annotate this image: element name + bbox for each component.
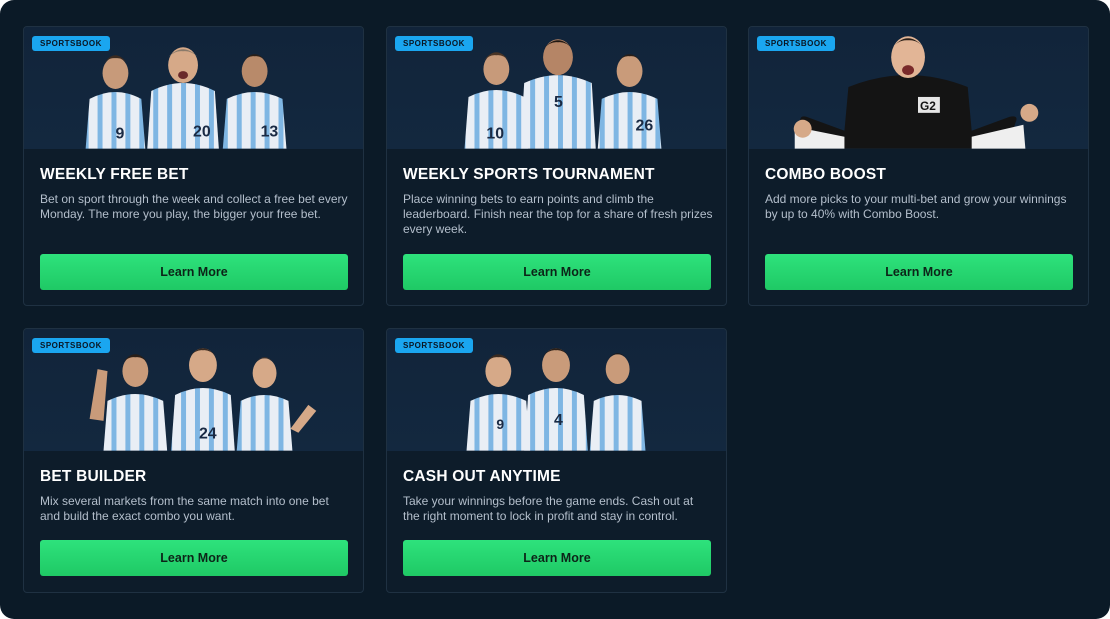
promo-title: COMBO BOOST bbox=[765, 166, 887, 183]
promo-card-weekly-sports-tournament: 10 5 26 SPORTSBOOK WEEKLY SPORTS TOURNAM… bbox=[386, 26, 727, 306]
svg-text:5: 5 bbox=[554, 94, 563, 111]
svg-text:10: 10 bbox=[486, 126, 504, 143]
sportsbook-badge: SPORTSBOOK bbox=[757, 36, 835, 51]
promo-card-combo-boost: G2 SPORTSBOOK COMBO BOOST Add more picks… bbox=[748, 26, 1089, 306]
sportsbook-badge: SPORTSBOOK bbox=[32, 338, 110, 353]
learn-more-button[interactable]: Learn More bbox=[403, 254, 711, 290]
promo-title: BET BUILDER bbox=[40, 468, 147, 485]
promo-description: Bet on sport through the week and collec… bbox=[40, 192, 348, 221]
svg-text:13: 13 bbox=[261, 124, 279, 141]
promo-description: Mix several markets from the same match … bbox=[40, 494, 329, 523]
promo-description: Place winning bets to earn points and cl… bbox=[403, 192, 713, 236]
sportsbook-badge: SPORTSBOOK bbox=[395, 36, 473, 51]
sportsbook-badge: SPORTSBOOK bbox=[395, 338, 473, 353]
svg-text:9: 9 bbox=[496, 416, 504, 432]
promo-banner-image: 24 SPORTSBOOK bbox=[24, 329, 363, 451]
promo-card-bet-builder: 24 SPORTSBOOK BET BUILDER Mix several ma… bbox=[23, 328, 364, 593]
learn-more-button[interactable]: Learn More bbox=[40, 540, 348, 576]
promo-description: Take your winnings before the game ends.… bbox=[403, 494, 694, 523]
sportsbook-badge: SPORTSBOOK bbox=[32, 36, 110, 51]
promo-banner-image: G2 SPORTSBOOK bbox=[749, 27, 1088, 149]
promo-card-cash-out-anytime: 9 4 SPORTSBOOK CASH OUT ANYTIME Take you… bbox=[386, 328, 727, 593]
promo-banner-image: 9 4 SPORTSBOOK bbox=[387, 329, 726, 451]
svg-text:20: 20 bbox=[193, 124, 211, 141]
promo-title: WEEKLY FREE BET bbox=[40, 166, 189, 183]
promo-banner-image: 9 20 13 SPORTSBOOK bbox=[24, 27, 363, 149]
promo-description: Add more picks to your multi-bet and gro… bbox=[765, 192, 1067, 221]
learn-more-button[interactable]: Learn More bbox=[765, 254, 1073, 290]
promotions-page: 9 20 13 SPORTSBOOK WEEKLY FREE BET Bet o… bbox=[0, 0, 1110, 619]
svg-text:4: 4 bbox=[554, 412, 563, 429]
svg-text:9: 9 bbox=[115, 126, 124, 143]
promo-banner-image: 10 5 26 SPORTSBOOK bbox=[387, 27, 726, 149]
svg-text:26: 26 bbox=[636, 118, 654, 135]
learn-more-button[interactable]: Learn More bbox=[40, 254, 348, 290]
learn-more-button[interactable]: Learn More bbox=[403, 540, 711, 576]
promo-title: WEEKLY SPORTS TOURNAMENT bbox=[403, 166, 655, 183]
promo-card-weekly-free-bet: 9 20 13 SPORTSBOOK WEEKLY FREE BET Bet o… bbox=[23, 26, 364, 306]
svg-text:24: 24 bbox=[199, 426, 217, 443]
svg-text:G2: G2 bbox=[920, 99, 936, 113]
promo-title: CASH OUT ANYTIME bbox=[403, 468, 561, 485]
